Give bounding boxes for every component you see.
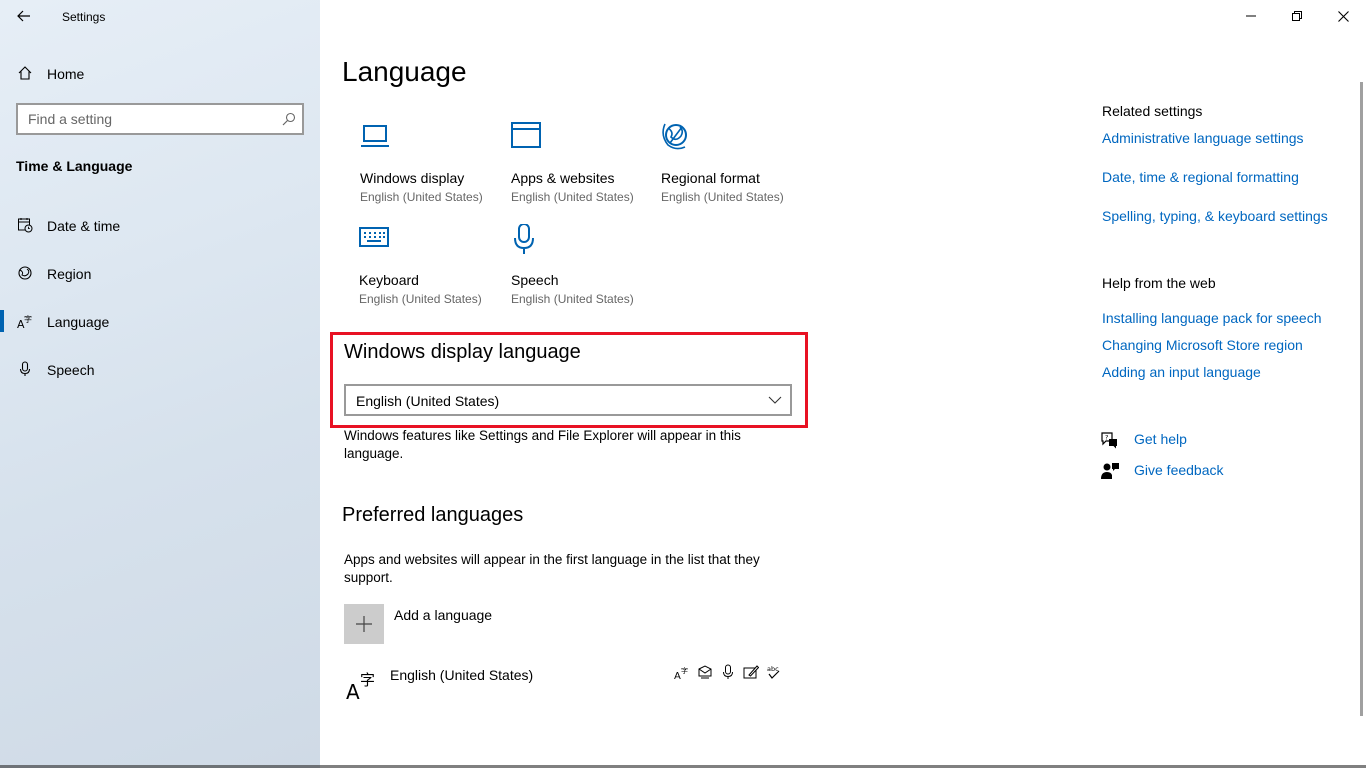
link-changing-store-region[interactable]: Changing Microsoft Store region (1102, 337, 1303, 353)
help-from-web-heading: Help from the web (1102, 275, 1216, 291)
globe-icon (662, 123, 687, 150)
tile-name: Windows display (360, 170, 465, 186)
language-list-item[interactable]: A字 English (United States) A字 abc (344, 660, 786, 704)
handwriting-icon (743, 665, 759, 679)
section-heading: Time & Language (16, 158, 133, 174)
tile-name: Apps & websites (511, 170, 615, 186)
tile-speech[interactable]: Speech English (United States) (511, 224, 651, 314)
svg-text:字: 字 (681, 666, 688, 675)
display-language-icon: A字 (674, 666, 688, 680)
page-title: Language (342, 56, 467, 87)
close-icon (1337, 10, 1349, 22)
minimize-button[interactable] (1228, 0, 1274, 32)
sidebar-item-date-time[interactable]: Date & time (0, 205, 320, 245)
sidebar-item-region[interactable]: Region (0, 253, 320, 293)
get-help-label: Get help (1134, 431, 1187, 447)
sidebar-item-label: Language (47, 314, 110, 330)
tile-regional-format[interactable]: Regional format English (United States) (661, 122, 801, 212)
search-icon[interactable] (282, 112, 296, 126)
keyboard-icon (359, 227, 389, 247)
language-name: English (United States) (390, 667, 534, 683)
speech-recognition-icon (723, 664, 733, 679)
text-to-speech-icon (698, 665, 712, 679)
display-language-description: Windows features like Settings and File … (344, 427, 784, 463)
tile-name: Speech (511, 272, 559, 288)
svg-text:A: A (346, 680, 360, 700)
spell-check-icon: abc (767, 665, 780, 679)
close-button[interactable] (1320, 0, 1366, 32)
display-language-heading: Windows display language (344, 341, 581, 363)
chat-help-icon: ? (1101, 432, 1117, 449)
display-language-select[interactable]: English (United States) (344, 384, 792, 416)
related-settings-heading: Related settings (1102, 103, 1203, 119)
svg-text:abc: abc (767, 665, 779, 673)
calendar-clock-icon (18, 218, 33, 233)
tile-name: Regional format (661, 170, 760, 186)
svg-text:字: 字 (360, 671, 375, 689)
language-icon: A字 (346, 671, 375, 700)
plus-icon (356, 616, 372, 632)
sidebar-item-speech[interactable]: Speech (0, 349, 320, 389)
app-title: Settings (62, 10, 106, 24)
tile-subtitle: English (United States) (511, 292, 634, 306)
tile-subtitle: English (United States) (511, 190, 634, 204)
back-arrow-icon (17, 10, 30, 22)
minimize-icon (1246, 15, 1256, 17)
nav-home-label: Home (47, 66, 85, 82)
window-icon (511, 122, 541, 148)
sidebar: Settings Home Time & Language Date & tim… (0, 0, 320, 768)
search-box (16, 103, 304, 135)
scrollbar[interactable] (1360, 82, 1363, 716)
preferred-languages-heading: Preferred languages (342, 504, 524, 526)
link-installing-language-pack[interactable]: Installing language pack for speech (1102, 310, 1321, 326)
title-bar: Settings (0, 0, 320, 32)
restore-icon (1292, 11, 1302, 21)
tile-name: Keyboard (359, 272, 419, 288)
description-line: language. (344, 446, 404, 461)
svg-text:字: 字 (24, 314, 32, 324)
description-line: support. (344, 570, 393, 585)
microphone-icon (19, 361, 31, 376)
language-icon: A字 (17, 314, 32, 329)
tile-apps-websites[interactable]: Apps & websites English (United States) (511, 122, 651, 212)
sidebar-item-language[interactable]: A字 Language (0, 301, 320, 341)
link-adding-input-language[interactable]: Adding an input language (1102, 364, 1261, 380)
description-line: Apps and websites will appear in the fir… (344, 552, 760, 567)
tile-windows-display[interactable]: Windows display English (United States) (360, 122, 500, 212)
tile-subtitle: English (United States) (360, 190, 483, 204)
sidebar-item-label: Date & time (47, 218, 121, 234)
feedback-icon (1101, 463, 1119, 479)
display-language-value: English (United States) (356, 393, 500, 409)
description-line: Windows features like Settings and File … (344, 428, 741, 443)
home-icon (18, 66, 32, 80)
active-indicator (0, 310, 4, 332)
tile-subtitle: English (United States) (359, 292, 482, 306)
preferred-languages-description: Apps and websites will appear in the fir… (344, 551, 784, 587)
globe-region-icon (18, 266, 32, 280)
link-date-time-regional-formatting[interactable]: Date, time & regional formatting (1102, 169, 1299, 185)
monitor-icon (361, 125, 389, 147)
link-administrative-language-settings[interactable]: Administrative language settings (1102, 130, 1304, 146)
svg-text:A: A (674, 671, 681, 680)
svg-text:?: ? (1105, 434, 1108, 442)
sidebar-item-label: Region (47, 266, 92, 282)
back-button[interactable] (12, 6, 36, 26)
link-spelling-typing-keyboard-settings[interactable]: Spelling, typing, & keyboard settings (1102, 208, 1328, 224)
sidebar-item-label: Speech (47, 362, 95, 378)
nav-home[interactable]: Home (0, 58, 320, 88)
restore-button[interactable] (1274, 0, 1320, 32)
add-language-button[interactable]: Add a language (344, 604, 644, 644)
search-input[interactable] (18, 105, 272, 133)
tile-keyboard[interactable]: Keyboard English (United States) (359, 224, 499, 314)
tile-subtitle: English (United States) (661, 190, 784, 204)
add-language-label: Add a language (394, 607, 493, 623)
add-icon-tile (344, 604, 384, 644)
chevron-down-icon (768, 396, 782, 404)
give-feedback-label: Give feedback (1134, 462, 1224, 478)
microphone-icon (514, 224, 534, 254)
